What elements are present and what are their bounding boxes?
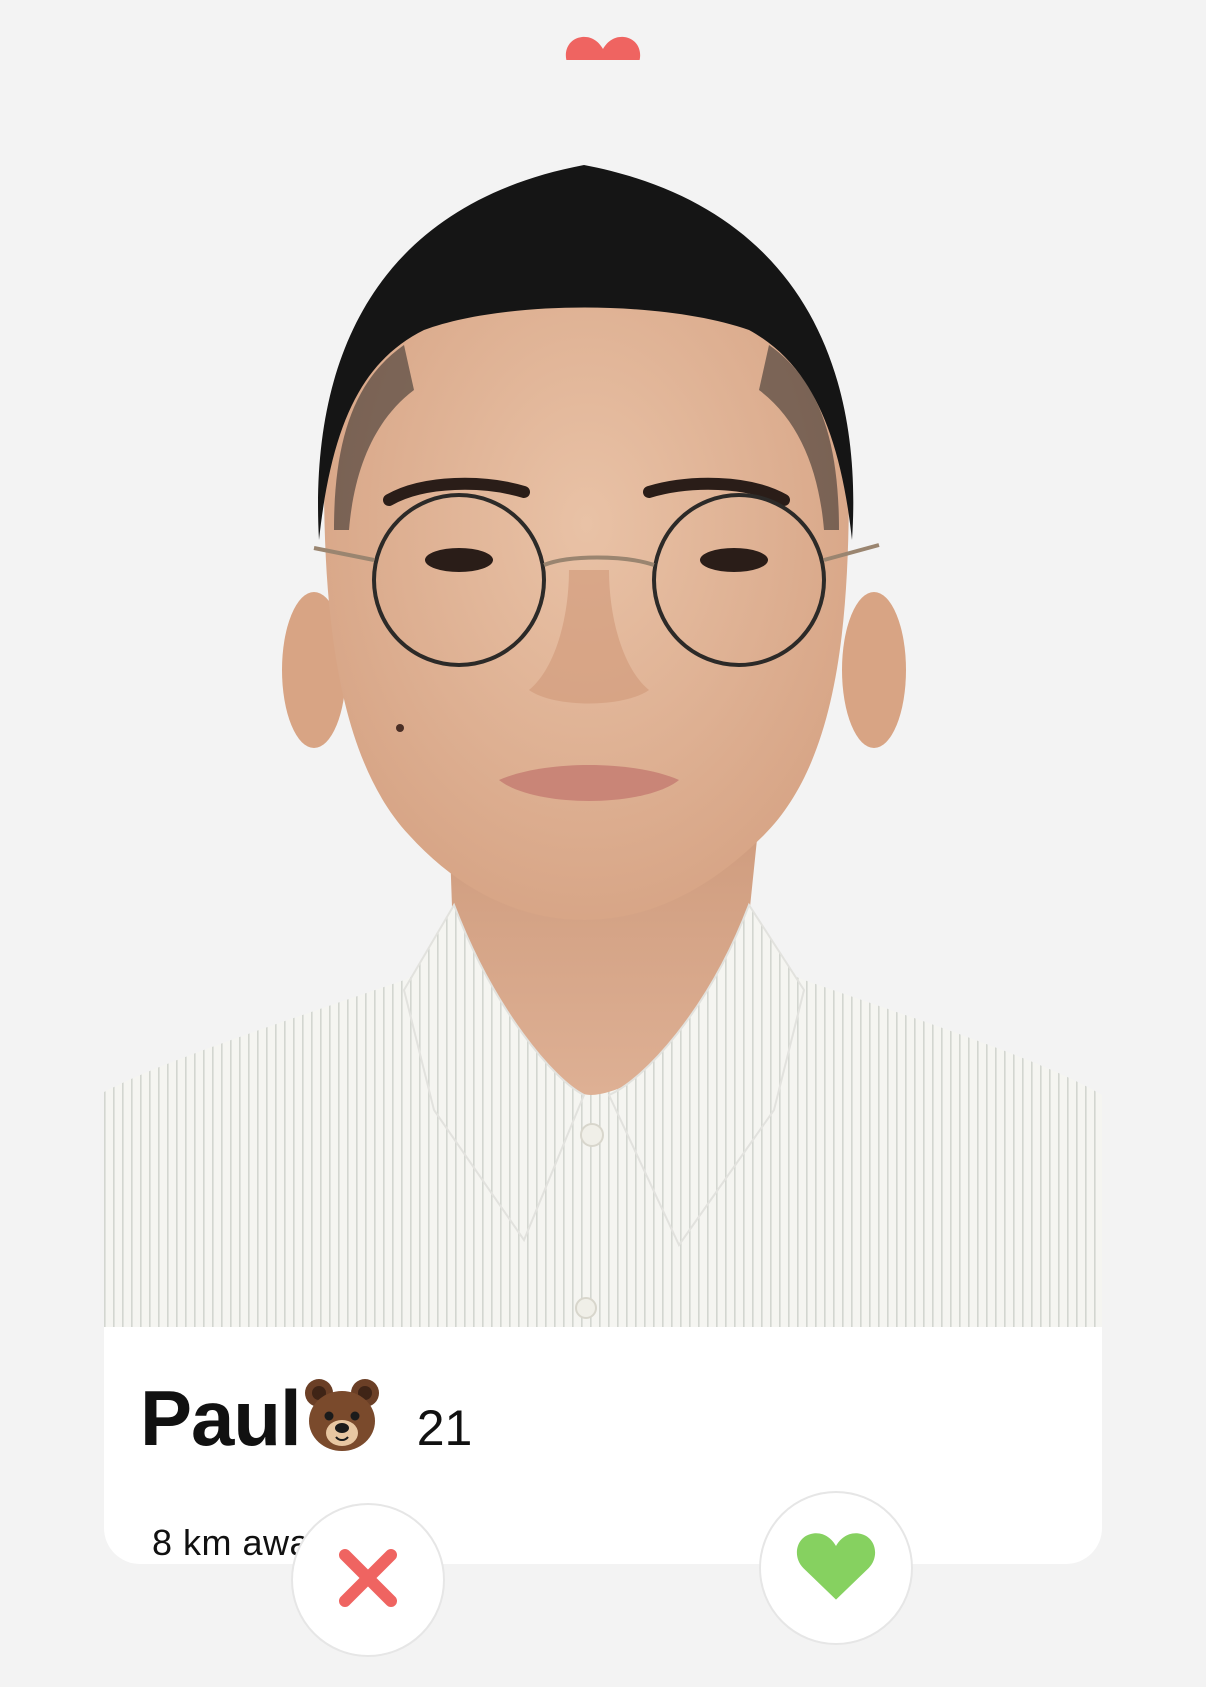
profile-info: Paul 21 8 km away	[104, 1327, 1102, 1564]
name-row: Paul 21	[140, 1367, 472, 1464]
dislike-button[interactable]	[291, 1503, 445, 1657]
like-button[interactable]	[759, 1491, 913, 1645]
profile-age: 21	[416, 1400, 473, 1456]
profile-card[interactable]: Paul 21 8 km away	[104, 60, 1102, 1564]
close-icon	[337, 1547, 399, 1614]
bear-emoji-icon	[303, 1377, 381, 1455]
heart-icon	[796, 1530, 876, 1607]
profile-photo	[104, 60, 1102, 1328]
swipe-screen: Paul 21 8 km away	[0, 0, 1206, 1687]
profile-name: Paul	[140, 1374, 302, 1462]
